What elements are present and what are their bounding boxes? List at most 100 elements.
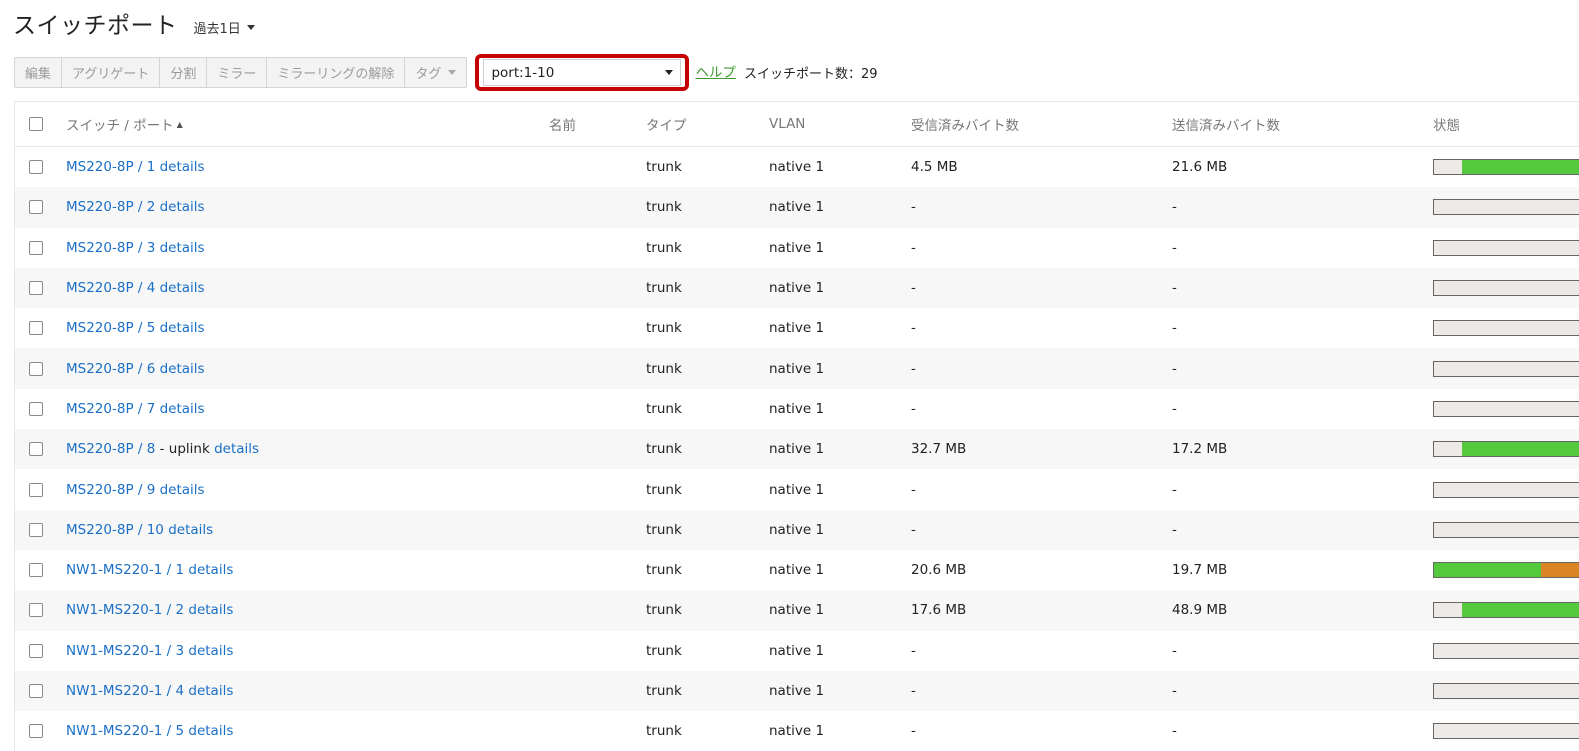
row-checkbox[interactable] — [29, 200, 43, 215]
tag-dropdown-button[interactable]: タグ — [405, 58, 466, 87]
details-link[interactable]: details — [160, 482, 205, 498]
port-link[interactable]: MS220-8P / 7 — [66, 401, 155, 417]
port-link[interactable]: MS220-8P / 9 — [66, 482, 155, 498]
row-checkbox[interactable] — [29, 160, 43, 175]
table-row[interactable]: MS220-8P / 3 details trunk native 1 - - — [15, 228, 1579, 268]
table-row[interactable]: MS220-8P / 4 details trunk native 1 - - — [15, 267, 1579, 309]
row-checkbox[interactable] — [29, 240, 43, 255]
row-checkbox[interactable] — [29, 724, 43, 739]
port-count: スイッチポート数：29 — [743, 67, 878, 82]
timespan-dropdown[interactable]: 過去1日 — [194, 18, 255, 37]
table-row[interactable]: MS220-8P / 8 - uplink details trunk nati… — [15, 429, 1579, 470]
type-cell: trunk — [646, 360, 682, 377]
row-checkbox[interactable] — [29, 522, 43, 537]
table-row[interactable]: NW1-MS220-1 / 5 details trunk native 1 -… — [15, 711, 1579, 751]
status-cell — [1433, 590, 1579, 630]
row-checkbox[interactable] — [29, 321, 43, 336]
port-link[interactable]: NW1-MS220-1 / 4 — [66, 683, 184, 699]
status-segment — [1462, 442, 1579, 457]
table-row[interactable]: MS220-8P / 10 details trunk native 1 - - — [15, 509, 1579, 550]
port-link[interactable]: MS220-8P / 8 — [66, 441, 155, 457]
details-link[interactable]: details — [214, 441, 259, 457]
details-link[interactable]: details — [160, 361, 205, 377]
row-checkbox[interactable] — [29, 442, 43, 457]
column-header-port[interactable]: スイッチ / ポート ▲ — [66, 102, 183, 146]
table-row[interactable]: MS220-8P / 9 details trunk native 1 - - — [15, 469, 1579, 509]
row-checkbox[interactable] — [29, 603, 43, 618]
row-select-cell — [29, 147, 43, 187]
row-checkbox[interactable] — [29, 643, 43, 658]
port-link[interactable]: MS220-8P / 1 — [66, 159, 155, 175]
row-select-cell — [29, 469, 43, 509]
unmirror-button[interactable]: ミラーリングの解除 — [267, 58, 406, 87]
table-row[interactable]: NW1-MS220-1 / 4 details trunk native 1 -… — [15, 670, 1579, 712]
port-link[interactable]: MS220-8P / 10 — [66, 522, 164, 538]
chevron-down-icon[interactable] — [665, 70, 674, 75]
table-row[interactable]: MS220-8P / 2 details trunk native 1 - - — [15, 187, 1579, 228]
details-link[interactable]: details — [160, 401, 205, 417]
column-header-received[interactable]: 受信済みバイト数 — [911, 102, 1019, 146]
mirror-button[interactable]: ミラー — [207, 58, 268, 87]
port-suffix: - uplink — [155, 441, 215, 458]
vlan-cell: native 1 — [769, 400, 825, 417]
row-checkbox[interactable] — [29, 361, 43, 376]
row-checkbox[interactable] — [29, 563, 43, 578]
vlan-cell: native 1 — [769, 521, 825, 538]
port-link[interactable]: NW1-MS220-1 / 2 — [66, 602, 184, 618]
table-row[interactable]: MS220-8P / 7 details trunk native 1 - - — [15, 389, 1579, 429]
details-link[interactable]: details — [160, 199, 205, 215]
status-bar — [1433, 521, 1579, 538]
help-link[interactable]: ヘルプ — [695, 61, 736, 81]
status-cell — [1433, 228, 1579, 268]
details-link[interactable]: details — [160, 280, 205, 296]
status-segment — [1434, 160, 1463, 175]
status-cell — [1433, 308, 1579, 348]
table-row[interactable]: NW1-MS220-1 / 2 details trunk native 1 1… — [15, 590, 1579, 631]
select-all-checkbox[interactable] — [29, 117, 43, 131]
port-link[interactable]: MS220-8P / 2 — [66, 199, 155, 215]
row-checkbox[interactable] — [29, 684, 43, 698]
details-link[interactable]: details — [188, 602, 233, 618]
details-link[interactable]: details — [188, 643, 233, 659]
column-header-type[interactable]: タイプ — [646, 102, 687, 146]
column-header-name[interactable]: 名前 — [549, 102, 576, 146]
row-checkbox[interactable] — [29, 482, 43, 497]
details-link[interactable]: details — [160, 159, 205, 175]
table-header: スイッチ / ポート ▲ 名前 タイプ VLAN 受信済みバイト数 送信済みバイ… — [15, 102, 1579, 147]
port-search-input[interactable]: port:1-10 — [483, 59, 682, 86]
table-row[interactable]: NW1-MS220-1 / 1 details trunk native 1 2… — [15, 550, 1579, 590]
column-header-sent[interactable]: 送信済みバイト数 — [1172, 102, 1280, 146]
port-link[interactable]: NW1-MS220-1 / 3 — [66, 643, 184, 659]
port-link[interactable]: MS220-8P / 5 — [66, 320, 155, 336]
row-checkbox[interactable] — [29, 281, 43, 296]
split-button[interactable]: 分割 — [160, 58, 208, 87]
port-cell: MS220-8P / 9 details — [66, 469, 205, 509]
edit-button[interactable]: 編集 — [15, 58, 63, 87]
aggregate-button[interactable]: アグリゲート — [62, 58, 161, 87]
details-link[interactable]: details — [188, 562, 233, 578]
status-bar — [1433, 642, 1579, 659]
vlan-cell: native 1 — [769, 159, 825, 176]
port-link[interactable]: NW1-MS220-1 / 1 — [66, 562, 184, 578]
table-body: MS220-8P / 1 details trunk native 1 4.5 … — [15, 147, 1579, 751]
status-cell — [1433, 671, 1579, 711]
row-select-cell — [29, 268, 43, 308]
details-link[interactable]: details — [188, 683, 233, 699]
details-link[interactable]: details — [160, 320, 205, 336]
vlan-cell: native 1 — [769, 602, 825, 619]
port-link[interactable]: MS220-8P / 4 — [66, 280, 155, 296]
table-row[interactable]: NW1-MS220-1 / 3 details trunk native 1 -… — [15, 631, 1579, 671]
details-link[interactable]: details — [160, 240, 205, 256]
table-row[interactable]: MS220-8P / 5 details trunk native 1 - - — [15, 308, 1579, 348]
port-link[interactable]: MS220-8P / 6 — [66, 361, 155, 377]
sent-bytes-cell: 19.7 MB — [1172, 562, 1228, 579]
details-link[interactable]: details — [168, 522, 213, 538]
status-cell — [1433, 711, 1579, 751]
status-segment — [1434, 603, 1463, 618]
table-row[interactable]: MS220-8P / 6 details trunk native 1 - - — [15, 348, 1579, 389]
column-header-vlan[interactable]: VLAN — [769, 102, 805, 146]
column-header-status[interactable]: 状態 — [1433, 102, 1579, 146]
table-row[interactable]: MS220-8P / 1 details trunk native 1 4.5 … — [15, 147, 1579, 187]
port-link[interactable]: MS220-8P / 3 — [66, 240, 155, 256]
row-checkbox[interactable] — [29, 401, 43, 416]
